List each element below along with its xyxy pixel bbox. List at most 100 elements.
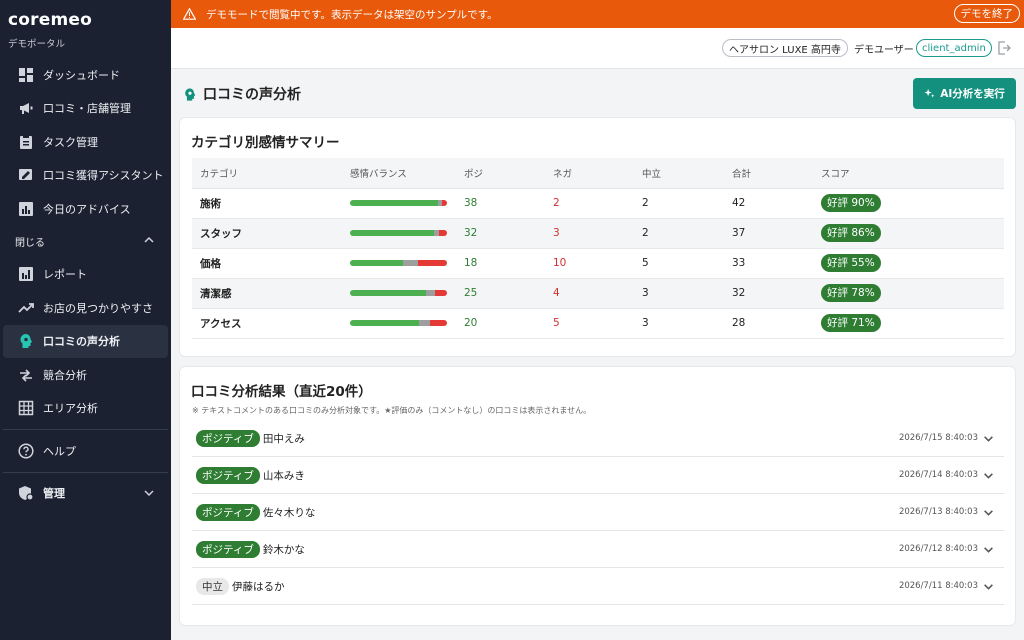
store-selector[interactable]: ヘアサロン LUXE 高円寺 [722, 39, 848, 57]
col-header-total: 合計 [724, 158, 813, 189]
bar-chart-icon [17, 200, 35, 218]
sidebar-item-help[interactable]: ヘルプ [0, 434, 171, 468]
sidebar-item-findability[interactable]: お店の見つかりやすさ [0, 291, 171, 325]
score-badge: 好評 78% [821, 284, 881, 302]
review-date: 2026/7/12 8:40:03 [898, 544, 978, 554]
expand-chevron-icon[interactable] [983, 544, 994, 555]
review-list-item[interactable]: ポジティブ 鈴木かな 2026/7/12 8:40:03 [192, 531, 1004, 568]
sentiment-balance-bar [350, 260, 447, 266]
positive-count: 38 [456, 188, 545, 219]
logout-icon[interactable] [997, 41, 1011, 58]
negative-segment [439, 230, 447, 236]
expand-chevron-icon[interactable] [983, 507, 994, 518]
brand-logo[interactable]: coremeo [0, 0, 171, 30]
score-cell: 好評 55% [813, 248, 1004, 279]
help-icon [17, 442, 35, 460]
banner-text: デモモードで閲覧中です。表示データは架空のサンプルです。 [206, 8, 498, 21]
negative-segment [442, 200, 447, 206]
category-summary-card: カテゴリ別感情サマリー カテゴリ 感情バランス ポジ ネガ 中立 合計 スコア … [180, 118, 1015, 356]
sidebar-item-label: 口コミ獲得アシスタント [43, 169, 164, 183]
category-cell: アクセス [192, 308, 342, 339]
expand-chevron-icon[interactable] [983, 433, 994, 444]
sidebar-item-dashboard[interactable]: ダッシュボード [0, 58, 171, 92]
table-row: アクセス 20 5 3 28 好評 71% [192, 308, 1004, 339]
score-cell: 好評 90% [813, 188, 1004, 219]
score-badge: 好評 86% [821, 224, 881, 242]
demo-banner: デモモードで閲覧中です。表示データは架空のサンプルです。 デモを終了 [171, 0, 1024, 28]
total-count: 33 [724, 248, 813, 279]
balance-cell [342, 278, 456, 309]
review-date: 2026/7/13 8:40:03 [898, 507, 978, 517]
category-cell: 清潔感 [192, 278, 342, 309]
sidebar-item-label: 競合分析 [43, 368, 87, 382]
positive-count: 32 [456, 218, 545, 249]
positive-segment [350, 260, 403, 266]
col-header-neutral: 中立 [634, 158, 724, 189]
user-label: デモユーザー [854, 45, 914, 56]
report-icon [17, 265, 35, 283]
sidebar-item-reviews[interactable]: 口コミ・店舗管理 [0, 92, 171, 126]
sidebar-item-label: ヘルプ [43, 444, 76, 458]
sidebar-divider [3, 471, 168, 473]
dashboard-icon [17, 66, 35, 84]
sidebar-item-assistant[interactable]: 口コミ獲得アシスタント [0, 159, 171, 193]
review-list-item[interactable]: ポジティブ 田中えみ 2026/7/15 8:40:03 [192, 420, 1004, 457]
sidebar-item-competitors[interactable]: 競合分析 [0, 358, 171, 392]
ai-button-label: AI分析を実行 [940, 88, 1005, 100]
run-ai-analysis-button[interactable]: AI分析を実行 [913, 78, 1016, 109]
positive-segment [350, 230, 434, 236]
sidebar-section-toggle[interactable]: 閉じる [0, 226, 171, 258]
balance-cell [342, 188, 456, 219]
negative-count: 3 [545, 218, 634, 249]
review-date: 2026/7/14 8:40:03 [898, 470, 978, 480]
score-badge: 好評 90% [821, 194, 881, 212]
sidebar-item-advice[interactable]: 今日のアドバイス [0, 192, 171, 226]
sidebar-item-report[interactable]: レポート [0, 258, 171, 292]
grid-icon [17, 399, 35, 417]
sparkle-icon [924, 88, 935, 99]
total-count: 37 [724, 218, 813, 249]
review-list-item[interactable]: ポジティブ 佐々木りな 2026/7/13 8:40:03 [192, 494, 1004, 531]
summary-title: カテゴリ別感情サマリー [191, 135, 340, 151]
reviewer-name: 佐々木りな [262, 506, 316, 519]
total-count: 28 [724, 308, 813, 339]
sidebar-item-area[interactable]: エリア分析 [0, 392, 171, 426]
page-title: 口コミの声分析 [183, 84, 301, 104]
total-count: 42 [724, 188, 813, 219]
sidebar-item-voice-analysis[interactable]: 口コミの声分析 [3, 324, 168, 358]
summary-table: カテゴリ 感情バランス ポジ ネガ 中立 合計 スコア 施術 38 2 2 42 好評 9… [192, 158, 1004, 339]
head-icon [17, 332, 35, 350]
sidebar-item-tasks[interactable]: タスク管理 [0, 125, 171, 159]
neutral-segment [425, 290, 435, 296]
neutral-count: 2 [634, 188, 724, 219]
end-demo-button[interactable]: デモを終了 [953, 4, 1020, 23]
col-header-negative: ネガ [545, 158, 634, 189]
expand-chevron-icon[interactable] [983, 581, 994, 592]
balance-cell [342, 248, 456, 279]
positive-count: 18 [456, 248, 545, 279]
clipboard-icon [17, 133, 35, 151]
reviewer-name: 山本みき [262, 469, 305, 482]
sidebar-item-label: 口コミの声分析 [43, 335, 120, 349]
review-results-card: 口コミ分析結果（直近20件） ※ テキストコメントのある口コミのみ分析対象です。… [180, 367, 1015, 625]
expand-chevron-icon[interactable] [983, 470, 994, 481]
sentiment-tag: ポジティブ [196, 540, 260, 558]
negative-count: 4 [545, 278, 634, 309]
sentiment-tag: ポジティブ [196, 503, 260, 521]
col-header-positive: ポジ [456, 158, 545, 189]
category-cell: 施術 [192, 188, 342, 219]
review-list-item[interactable]: 中立 伊藤はるか 2026/7/11 8:40:03 [192, 568, 1004, 605]
review-list-item[interactable]: ポジティブ 山本みき 2026/7/14 8:40:03 [192, 457, 1004, 494]
sentiment-balance-bar [350, 320, 447, 326]
negative-count: 2 [545, 188, 634, 219]
sentiment-balance-bar [350, 230, 447, 236]
sidebar-item-admin[interactable]: 管理 [0, 477, 171, 511]
user-id-chip[interactable]: client_admin [916, 39, 992, 57]
results-title: 口コミ分析結果（直近20件） [191, 384, 372, 400]
review-date: 2026/7/11 8:40:03 [898, 581, 978, 591]
sentiment-tag: ポジティブ [196, 429, 260, 447]
trending-up-icon [17, 299, 35, 317]
results-note: ※ テキストコメントのある口コミのみ分析対象です。★評価のみ（コメントなし）の口… [192, 406, 592, 415]
shield-gear-icon [17, 484, 35, 502]
sidebar-item-label: ダッシュボード [43, 68, 120, 82]
